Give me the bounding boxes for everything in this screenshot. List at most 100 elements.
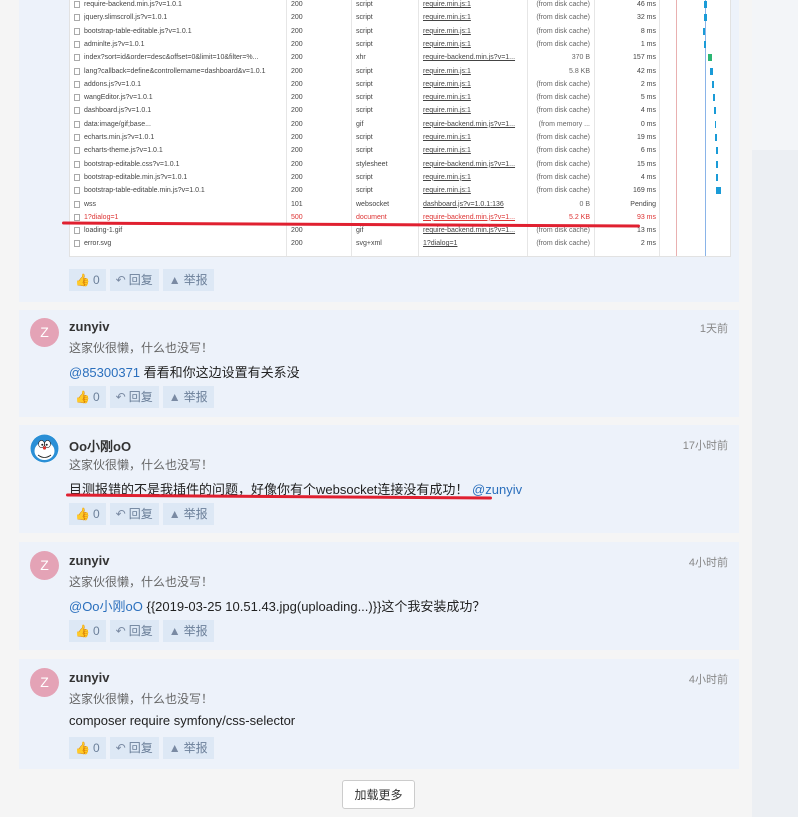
- request-name: addons.js?v=1.0.1: [84, 80, 142, 88]
- request-size: (from disk cache): [536, 94, 590, 102]
- comment-body: 看看和你这边设置有关系没: [140, 365, 300, 380]
- warning-icon: ▲: [168, 390, 181, 404]
- like-button[interactable]: 👍 0: [69, 269, 106, 291]
- reply-button[interactable]: ↶ 回复: [109, 620, 159, 642]
- request-status: 200: [291, 227, 303, 235]
- request-initiator: require.min.js:1: [423, 107, 471, 115]
- request-type: gif: [356, 120, 364, 128]
- waterfall-bar: [715, 120, 716, 128]
- user-signature: 这家伙很懒，什么也没写！: [69, 458, 214, 472]
- avatar[interactable]: Z: [30, 318, 59, 347]
- file-icon: [74, 147, 80, 155]
- comment-body: {{2019-03-25 10.51.43.jpg(uploading...)}…: [142, 599, 486, 614]
- request-status: 200: [291, 120, 303, 128]
- request-size: 5.2 KB: [568, 213, 590, 221]
- network-request-row: dashboard.js?v=1.0.1 200 script require.min…: [70, 104, 730, 117]
- like-count: 0: [92, 741, 100, 755]
- reply-icon: ↶: [115, 624, 126, 638]
- request-type: script: [356, 14, 373, 22]
- report-button[interactable]: ▲ 举报: [162, 503, 214, 525]
- waterfall-bar: [712, 80, 714, 88]
- request-size: (from disk cache): [536, 80, 590, 88]
- request-time: 157 ms: [633, 54, 656, 62]
- report-button[interactable]: ▲ 举报: [162, 620, 214, 642]
- like-button[interactable]: 👍 0: [69, 503, 106, 525]
- reply-label: 回复: [128, 273, 153, 287]
- request-initiator: require.min.js:1: [423, 187, 471, 195]
- request-type: stylesheet: [356, 160, 388, 168]
- mention-link[interactable]: @Oo小刚oO: [69, 599, 143, 614]
- request-type: script: [356, 94, 373, 102]
- like-button[interactable]: 👍 0: [69, 386, 106, 408]
- request-type: script: [356, 187, 373, 195]
- avatar-image[interactable]: [30, 434, 59, 463]
- comment-text: @Oo小刚oO {{2019-03-25 10.51.43.jpg(upload…: [69, 596, 485, 615]
- file-icon: [74, 40, 80, 48]
- mention-link[interactable]: @zunyiv: [472, 482, 522, 497]
- like-button[interactable]: 👍 0: [69, 737, 106, 759]
- request-name: wss: [84, 200, 97, 208]
- waterfall-bar: [704, 40, 706, 48]
- request-time: 19 ms: [636, 134, 656, 141]
- request-status: 200: [291, 80, 303, 88]
- comment-actions: 👍 0 ↶ 回复 ▲ 举报: [69, 269, 214, 291]
- request-status: 200: [291, 240, 303, 248]
- request-initiator: require.min.js:1: [423, 134, 471, 141]
- request-size: 0 B: [579, 200, 590, 208]
- report-button[interactable]: ▲ 举报: [162, 386, 214, 408]
- request-initiator: require.min.js:1: [423, 14, 471, 22]
- request-size: (from disk cache): [536, 240, 590, 248]
- right-sidebar: [752, 0, 798, 817]
- report-label: 举报: [183, 624, 208, 638]
- report-button[interactable]: ▲ 举报: [162, 269, 214, 291]
- warning-icon: ▲: [168, 273, 181, 287]
- request-time: 46 ms: [636, 1, 656, 8]
- request-name: require-backend.min.js?v=1.0.1: [84, 1, 182, 8]
- username[interactable]: zunyiv: [69, 670, 109, 685]
- comment-actions: 👍 0 ↶ 回复 ▲ 举报: [69, 620, 214, 642]
- avatar[interactable]: Z: [30, 668, 59, 697]
- network-screenshot-image: require-backend.min.js?v=1.0.1 200 script r…: [69, 0, 731, 257]
- report-label: 举报: [183, 507, 208, 521]
- reply-button[interactable]: ↶ 回复: [109, 503, 159, 525]
- network-request-row: wangEditor.js?v=1.0.1 200 script require.mi…: [70, 91, 730, 104]
- file-icon: [74, 27, 80, 35]
- mention-link[interactable]: @85300371: [69, 365, 140, 380]
- comment-actions: 👍 0 ↶ 回复 ▲ 举报: [69, 503, 214, 525]
- file-icon: [74, 187, 80, 195]
- report-label: 举报: [183, 273, 208, 287]
- request-initiator: require.min.js:1: [423, 147, 471, 155]
- file-icon: [74, 107, 80, 115]
- request-name: bootstrap-table-editable.js?v=1.0.1: [84, 27, 192, 35]
- reply-button[interactable]: ↶ 回复: [109, 269, 159, 291]
- file-icon: [74, 240, 80, 248]
- network-request-row: bootstrap-table-editable.js?v=1.0.1 200 sc…: [70, 25, 730, 38]
- avatar[interactable]: Z: [30, 551, 59, 580]
- request-type: script: [356, 147, 373, 155]
- user-signature: 这家伙很懒，什么也没写！: [69, 341, 214, 355]
- request-status: 200: [291, 187, 303, 195]
- reply-button[interactable]: ↶ 回复: [109, 737, 159, 759]
- report-button[interactable]: ▲ 举报: [162, 737, 214, 759]
- request-name: bootstrap-editable.min.js?v=1.0.1: [84, 173, 188, 181]
- request-time: 0 ms: [640, 120, 656, 128]
- username[interactable]: Oo小刚oO: [69, 436, 131, 455]
- request-type: xhr: [356, 54, 366, 62]
- username[interactable]: zunyiv: [69, 553, 109, 568]
- username[interactable]: zunyiv: [69, 319, 109, 334]
- request-type: document: [356, 213, 387, 221]
- waterfall-bar: [716, 187, 721, 195]
- thumbs-up-icon: 👍: [75, 741, 90, 755]
- like-button[interactable]: 👍 0: [69, 620, 106, 642]
- right-sidebar-panel: [752, 0, 798, 150]
- waterfall-bar: [716, 173, 718, 181]
- file-icon: [74, 227, 80, 235]
- load-more-button[interactable]: 加载更多: [342, 780, 415, 809]
- reply-button[interactable]: ↶ 回复: [109, 386, 159, 408]
- thumbs-up-icon: 👍: [75, 507, 90, 521]
- request-time: 2 ms: [640, 80, 656, 88]
- network-request-row: index?sort=id&order=desc&offset=0&limit=…: [70, 51, 730, 64]
- waterfall-bar: [708, 54, 712, 62]
- comment-time: 4小时前: [688, 674, 728, 686]
- request-time: 42 ms: [636, 67, 656, 75]
